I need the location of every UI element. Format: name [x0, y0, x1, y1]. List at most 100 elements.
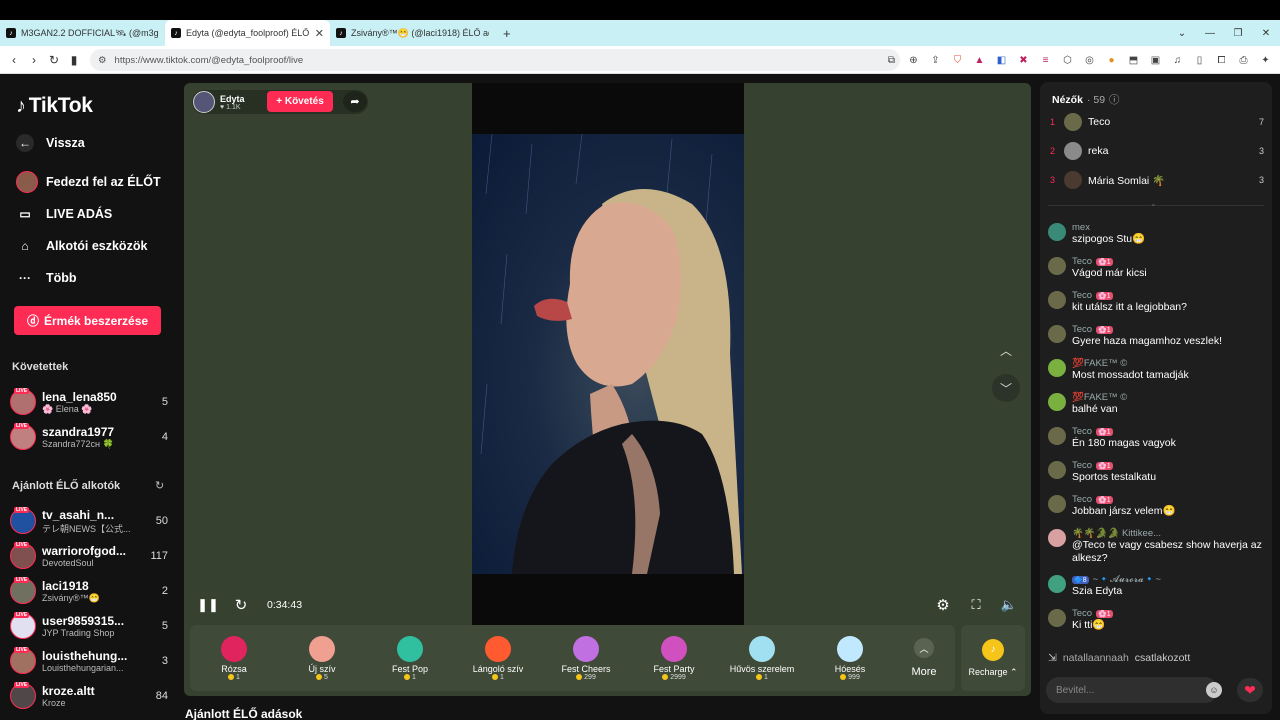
nav-back[interactable]: ← Vissza	[16, 134, 85, 152]
reload-icon[interactable]: ↻	[44, 53, 64, 67]
restore-icon[interactable]: ❐	[1224, 28, 1252, 39]
back-icon[interactable]: ‹	[4, 53, 24, 67]
media-icon[interactable]: ♫	[1171, 55, 1184, 66]
refresh-icon[interactable]: ↻	[231, 595, 251, 615]
tab-icon[interactable]: ⧠	[1215, 55, 1228, 66]
settings-gear-icon[interactable]: ⚙	[933, 595, 953, 615]
minimize-icon[interactable]: —	[1196, 28, 1224, 39]
gift-item[interactable]: Fest Cheers 299	[542, 635, 630, 681]
suggested-account[interactable]: LIVE kroze.altt Kroze 84	[10, 679, 168, 713]
chat-message[interactable]: 💯FAKE™ © Most mossadot tamadják	[1048, 358, 1264, 382]
extension-icon[interactable]: ▣	[1149, 55, 1162, 66]
extension-icon[interactable]: ◎	[1083, 55, 1096, 66]
extension-icon[interactable]: ✖	[1017, 55, 1030, 66]
chat-message[interactable]: Teco 🌸1 Vágod már kicsi	[1048, 256, 1264, 280]
chat-message[interactable]: Teco 🌸1 Sportos testalkatu	[1048, 460, 1264, 484]
chat-input[interactable]: Bevitel...	[1046, 677, 1218, 703]
tab-search-icon[interactable]: ⌄	[1168, 28, 1196, 39]
browser-tab[interactable]: ♪ M3GAN2.2 DOFFICIAL🛰 (@m3gan...	[0, 20, 165, 46]
share-page-icon[interactable]: ⇪	[929, 55, 942, 66]
url-field[interactable]: ⚙ https://www.tiktok.com/@edyta_foolproo…	[90, 49, 900, 71]
expand-viewers-icon[interactable]: ⌄	[1150, 199, 1157, 208]
suggested-account[interactable]: LIVE louisthehung... Louisthehungarian...…	[10, 644, 168, 678]
browser-tab-active[interactable]: ♪ Edyta (@edyta_foolproof) ÉLŐ... ✕	[165, 20, 330, 46]
extension-icon[interactable]: ◧	[995, 55, 1008, 66]
gift-item[interactable]: Fest Party 2999	[630, 635, 718, 681]
browser-tab-strip: ♪ M3GAN2.2 DOFFICIAL🛰 (@m3gan... ♪ Edyta…	[0, 20, 1280, 46]
chat-panel: Nézők · 59 ⓘ 1 Teco 7 2 reka 3 3 Mária S…	[1040, 82, 1272, 714]
chevron-up-icon[interactable]: ︿	[992, 336, 1020, 364]
chevron-down-icon[interactable]: ﹀	[992, 374, 1020, 402]
emoji-icon[interactable]: ☺	[1206, 682, 1222, 698]
gift-item[interactable]: Hűvös szerelem 1	[718, 635, 806, 681]
top-viewer[interactable]: 3 Mária Somlai 🌴 3	[1050, 170, 1264, 190]
chat-username: 💯FAKE™ ©	[1072, 392, 1128, 403]
gift-item[interactable]: Új szív 5	[278, 635, 366, 681]
chat-message[interactable]: Teco 🌸1 Gyere haza magamhoz veszlek!	[1048, 324, 1264, 348]
viewers-header[interactable]: Nézők · 59 ⓘ	[1052, 92, 1120, 107]
nav-live-studio[interactable]: ▭ LIVE ADÁS	[16, 205, 112, 223]
chat-message[interactable]: Teco 🌸1 Ki tti😁	[1048, 608, 1264, 632]
gift-item[interactable]: Lángoló szív 1	[454, 635, 542, 681]
suggested-account[interactable]: LIVE user9859315... JYP Trading Shop 5	[10, 609, 168, 643]
fan-badge: 🌸1	[1096, 609, 1113, 618]
zoom-icon[interactable]: ⊕	[907, 55, 920, 66]
pause-icon[interactable]: ❚❚	[197, 596, 219, 614]
new-tab-icon[interactable]: +	[495, 26, 519, 41]
browser-tab[interactable]: ♪ Zsivány®™😁 (@laci1918) ÉLŐ adás...	[330, 20, 495, 46]
shield-icon[interactable]: ⛉	[951, 55, 964, 66]
extension-icon[interactable]: ≡	[1039, 55, 1052, 66]
heart-icon[interactable]: ❤	[1237, 678, 1263, 702]
tiktok-logo[interactable]: ♪ TikTok	[16, 94, 93, 118]
site-info-icon[interactable]: ⚙	[98, 55, 107, 66]
chat-message[interactable]: 💯FAKE™ © balhé van	[1048, 392, 1264, 416]
fullscreen-icon[interactable]: ⛶	[966, 595, 986, 615]
extension-icon[interactable]: ⬒	[1127, 55, 1140, 66]
top-viewer[interactable]: 2 reka 3	[1050, 141, 1264, 161]
suggested-account[interactable]: LIVE laci1918 Zsivány®™😁 2	[10, 574, 168, 608]
extension-icon[interactable]: ●	[1105, 55, 1118, 66]
chat-message[interactable]: 🔷8 ~🔹𝓐𝓾𝓻𝓸𝓻𝓪🔹~ Szia Edyta	[1048, 574, 1264, 598]
gift-item[interactable]: Fest Pop 1	[366, 635, 454, 681]
chat-message[interactable]: Teco 🌸1 Én 180 magas vagyok	[1048, 426, 1264, 450]
chat-message[interactable]: Teco 🌸1 Jobban jársz velem😁	[1048, 494, 1264, 518]
recharge-button[interactable]: ♪ Recharge ⌃	[961, 625, 1025, 691]
nav-explore-live[interactable]: Fedezd fel az ÉLŐT	[16, 171, 161, 193]
translate-icon[interactable]: ⧉	[885, 55, 898, 66]
tiktok-note-icon: ♪	[16, 94, 26, 117]
refresh-icon[interactable]: ↻	[155, 479, 164, 492]
fan-badge: 🌸1	[1096, 427, 1113, 436]
triangle-icon[interactable]: ▲	[973, 55, 986, 66]
more-gifts-button[interactable]: ︿ More	[894, 638, 954, 678]
gift-item[interactable]: Hóesés 999	[806, 635, 894, 681]
suggested-account[interactable]: LIVE warriorofgod... DevotedSoul 117	[10, 539, 168, 573]
info-icon[interactable]: ⓘ	[1109, 92, 1120, 107]
chat-message[interactable]: mex szipogos Stu😁	[1048, 222, 1264, 246]
nav-label: Vissza	[46, 136, 85, 150]
sidebar-icon[interactable]: ▯	[1193, 55, 1206, 66]
nav-more[interactable]: ··· Több	[16, 269, 77, 287]
gift-item[interactable]: Rózsa 1	[190, 635, 278, 681]
following-account[interactable]: LIVE szandra1977 Szandra772ᴄʜ 🍀 4	[10, 420, 168, 454]
close-tab-icon[interactable]: ✕	[315, 27, 324, 40]
share-icon[interactable]: ➦	[343, 91, 367, 112]
extension-icon[interactable]: ⬡	[1061, 55, 1074, 66]
ai-icon[interactable]: ✦	[1259, 55, 1272, 66]
video-frame[interactable]	[472, 83, 744, 625]
avatar: LIVE	[10, 577, 36, 604]
gift-price-value: 2999	[670, 673, 686, 681]
volume-icon[interactable]: 🔈	[999, 595, 1019, 615]
chat-message[interactable]: 🌴🌴🐊🐊 Kittikee... @Teco te vagy csabesz sh…	[1048, 528, 1264, 565]
bookmark-icon[interactable]: ▮	[64, 53, 84, 67]
chat-message[interactable]: Teco 🌸1 kit utálsz itt a legjobban?	[1048, 290, 1264, 314]
close-window-icon[interactable]: ✕	[1252, 28, 1280, 39]
forward-icon[interactable]: ›	[24, 53, 44, 67]
follow-button[interactable]: + Követés	[267, 91, 333, 112]
top-viewer[interactable]: 1 Teco 7	[1050, 112, 1264, 132]
suggested-account[interactable]: LIVE tv_asahi_n... テレ朝NEWS【公式... 50	[10, 504, 168, 538]
screenshot-icon[interactable]: ⎙	[1237, 55, 1250, 66]
following-account[interactable]: LIVE lena_lena850 🌸 Elena 🌸 5	[10, 385, 168, 419]
nav-creator-tools[interactable]: ⌂ Alkotói eszközök	[16, 237, 147, 255]
get-coins-button[interactable]: ⓓ Érmék beszerzése	[14, 306, 161, 335]
tab-title: Zsivány®™😁 (@laci1918) ÉLŐ adás...	[351, 27, 489, 38]
